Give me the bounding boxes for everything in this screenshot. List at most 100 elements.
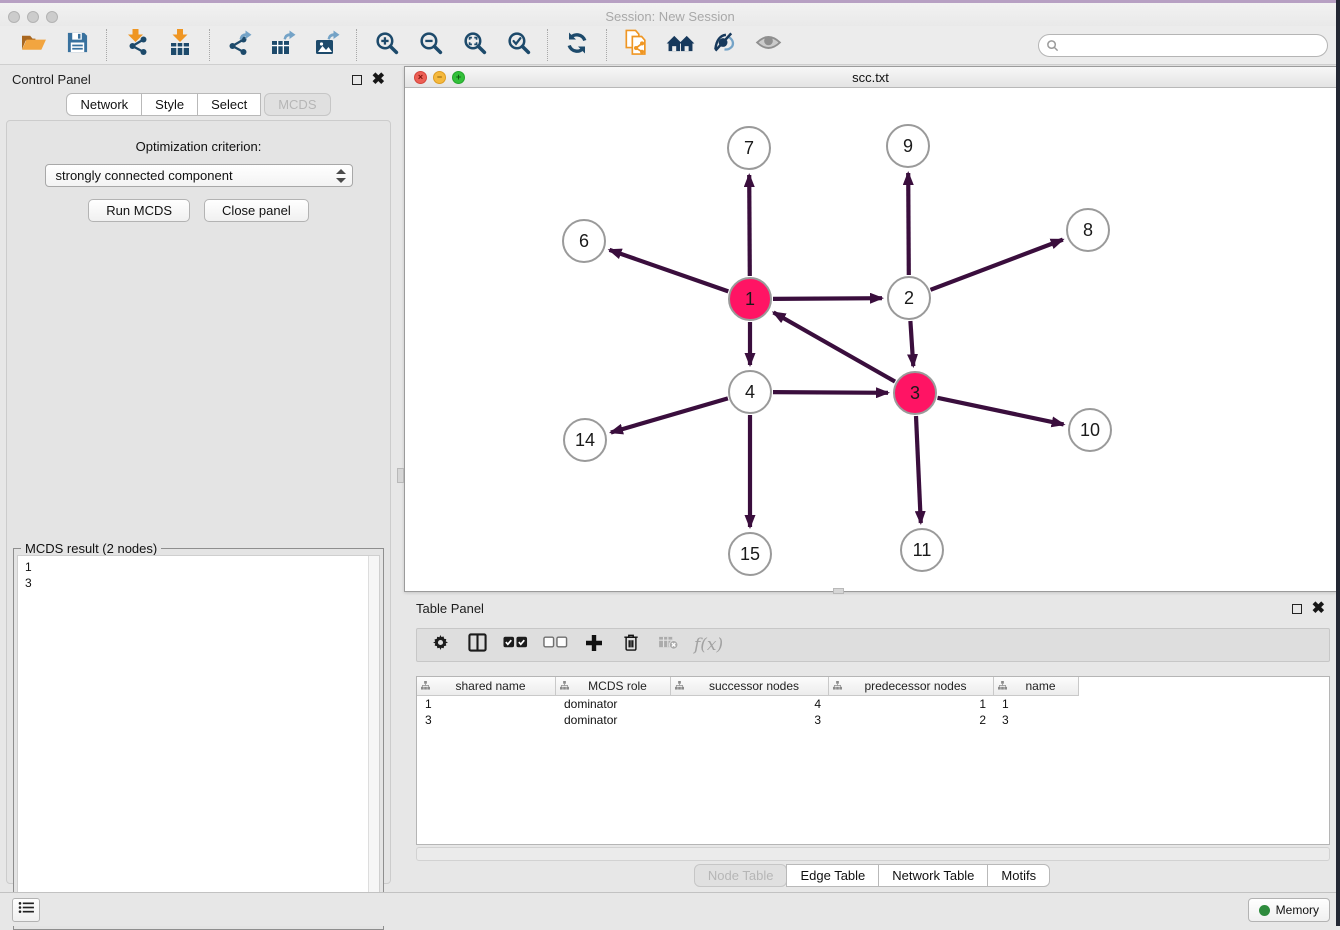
zoom-selected-button[interactable]: [498, 28, 538, 62]
task-history-button[interactable]: [12, 898, 40, 922]
column-header-name[interactable]: name: [994, 677, 1079, 696]
tab-mcds[interactable]: MCDS: [264, 93, 330, 116]
add-entry-button[interactable]: [583, 633, 605, 657]
import-network-button[interactable]: [116, 28, 156, 62]
close-table-panel-icon[interactable]: ✖: [1312, 604, 1325, 614]
edge-1-7[interactable]: [749, 175, 750, 276]
zoom-fit-button[interactable]: [454, 28, 494, 62]
tab-style[interactable]: Style: [141, 93, 198, 116]
edge-3-10[interactable]: [938, 398, 1064, 425]
hide-annotations-button[interactable]: [704, 28, 744, 62]
search-input[interactable]: [1038, 34, 1328, 57]
export-network-button[interactable]: [219, 28, 259, 62]
close-panel-icon[interactable]: ✖: [372, 75, 385, 85]
attribute-icon: [833, 679, 842, 693]
edge-2-8[interactable]: [931, 240, 1063, 290]
table-cell[interactable]: 3: [671, 712, 829, 728]
edge-2-9[interactable]: [908, 173, 909, 275]
table-row[interactable]: 1dominator411: [417, 696, 1329, 712]
table-panel: Table Panel ✖ f(x) shared nameMCDS roles…: [404, 595, 1337, 890]
node-table[interactable]: shared nameMCDS rolesuccessor nodesprede…: [416, 676, 1330, 845]
session-title: Session: New Session: [0, 9, 1340, 24]
mcds-result-scrollbar[interactable]: [368, 556, 379, 925]
edge-3-11[interactable]: [916, 416, 921, 523]
table-cell[interactable]: 1: [417, 696, 556, 712]
table-cell[interactable]: dominator: [556, 696, 671, 712]
mcds-result-textarea[interactable]: 1 3: [17, 555, 380, 926]
table-cell[interactable]: 1: [994, 696, 1079, 712]
graph-node-1[interactable]: 1: [729, 278, 771, 320]
save-session-button[interactable]: [57, 28, 97, 62]
graph-node-8[interactable]: 8: [1067, 209, 1109, 251]
toggle-graphics-icon: [755, 33, 782, 57]
edge-1-6[interactable]: [610, 250, 729, 292]
tab-network-table[interactable]: Network Table: [878, 864, 988, 887]
export-image-button[interactable]: [307, 28, 347, 62]
toolbar-group: [607, 28, 797, 62]
column-header-shared-name[interactable]: shared name: [417, 677, 556, 696]
svg-text:11: 11: [913, 540, 932, 560]
refresh-network-button[interactable]: [557, 28, 597, 62]
edge-4-14[interactable]: [611, 398, 728, 432]
close-panel-button[interactable]: Close panel: [204, 199, 309, 222]
zoom-out-icon: [418, 30, 443, 60]
network-graph[interactable]: 1 2 3 4 6 7 8 9 10 11 14 15: [405, 88, 1336, 592]
zoom-out-button[interactable]: [410, 28, 450, 62]
tab-motifs[interactable]: Motifs: [987, 864, 1050, 887]
graph-node-2[interactable]: 2: [888, 277, 930, 319]
run-mcds-button[interactable]: Run MCDS: [88, 199, 190, 222]
home-button[interactable]: [660, 28, 700, 62]
graph-node-15[interactable]: 15: [729, 533, 771, 575]
tab-edge-table[interactable]: Edge Table: [786, 864, 879, 887]
edge-2-3[interactable]: [910, 321, 913, 366]
table-cell[interactable]: dominator: [556, 712, 671, 728]
network-from-file-button[interactable]: [616, 28, 656, 62]
export-network-icon: [226, 30, 252, 61]
delete-entry-button[interactable]: [620, 633, 642, 657]
table-tabs: Node TableEdge TableNetwork TableMotifs: [404, 864, 1337, 887]
graph-node-9[interactable]: 9: [887, 125, 929, 167]
tab-select[interactable]: Select: [197, 93, 261, 116]
memory-button[interactable]: Memory: [1248, 898, 1330, 922]
table-cell[interactable]: 4: [671, 696, 829, 712]
graph-node-10[interactable]: 10: [1069, 409, 1111, 451]
delete-column-icon: [658, 635, 679, 655]
import-table-button[interactable]: [160, 28, 200, 62]
graph-node-11[interactable]: 11: [901, 529, 943, 571]
float-table-panel-icon[interactable]: [1292, 604, 1302, 614]
table-cell[interactable]: 3: [994, 712, 1079, 728]
graph-node-14[interactable]: 14: [564, 419, 606, 461]
table-cell[interactable]: 2: [829, 712, 994, 728]
split-divider-grip-left[interactable]: [397, 468, 404, 483]
table-cell[interactable]: 1: [829, 696, 994, 712]
graph-node-3[interactable]: 3: [894, 372, 936, 414]
tab-node-table[interactable]: Node Table: [694, 864, 788, 887]
graph-node-4[interactable]: 4: [729, 371, 771, 413]
criterion-select[interactable]: strongly connected component: [45, 164, 353, 187]
edge-1-2[interactable]: [773, 298, 882, 299]
table-horizontal-scrollbar[interactable]: [416, 847, 1330, 861]
network-canvas[interactable]: 1 2 3 4 6 7 8 9 10 11 14 15: [405, 88, 1336, 591]
select-all-columns-button[interactable]: [503, 633, 528, 657]
edge-3-1[interactable]: [774, 312, 896, 381]
column-header-predecessor-nodes[interactable]: predecessor nodes: [829, 677, 994, 696]
graph-node-7[interactable]: 7: [728, 127, 770, 169]
column-header-successor-nodes[interactable]: successor nodes: [671, 677, 829, 696]
tab-network[interactable]: Network: [66, 93, 142, 116]
mcds-result-legend: MCDS result (2 nodes): [21, 541, 161, 556]
toolbar-group: [357, 28, 547, 62]
split-divider-grip-bottom[interactable]: [833, 588, 844, 594]
column-layout-button[interactable]: [466, 633, 488, 657]
export-table-button[interactable]: [263, 28, 303, 62]
float-panel-icon[interactable]: [352, 75, 362, 85]
open-session-button[interactable]: [13, 28, 53, 62]
table-settings-button[interactable]: [429, 633, 451, 657]
column-header-MCDS-role[interactable]: MCDS role: [556, 677, 671, 696]
table-cell[interactable]: 3: [417, 712, 556, 728]
toggle-graphics-button[interactable]: [748, 28, 788, 62]
table-row[interactable]: 3dominator323: [417, 712, 1329, 728]
deselect-all-columns-button[interactable]: [543, 633, 568, 657]
graph-node-6[interactable]: 6: [563, 220, 605, 262]
edge-4-3[interactable]: [773, 392, 888, 393]
zoom-in-button[interactable]: [366, 28, 406, 62]
